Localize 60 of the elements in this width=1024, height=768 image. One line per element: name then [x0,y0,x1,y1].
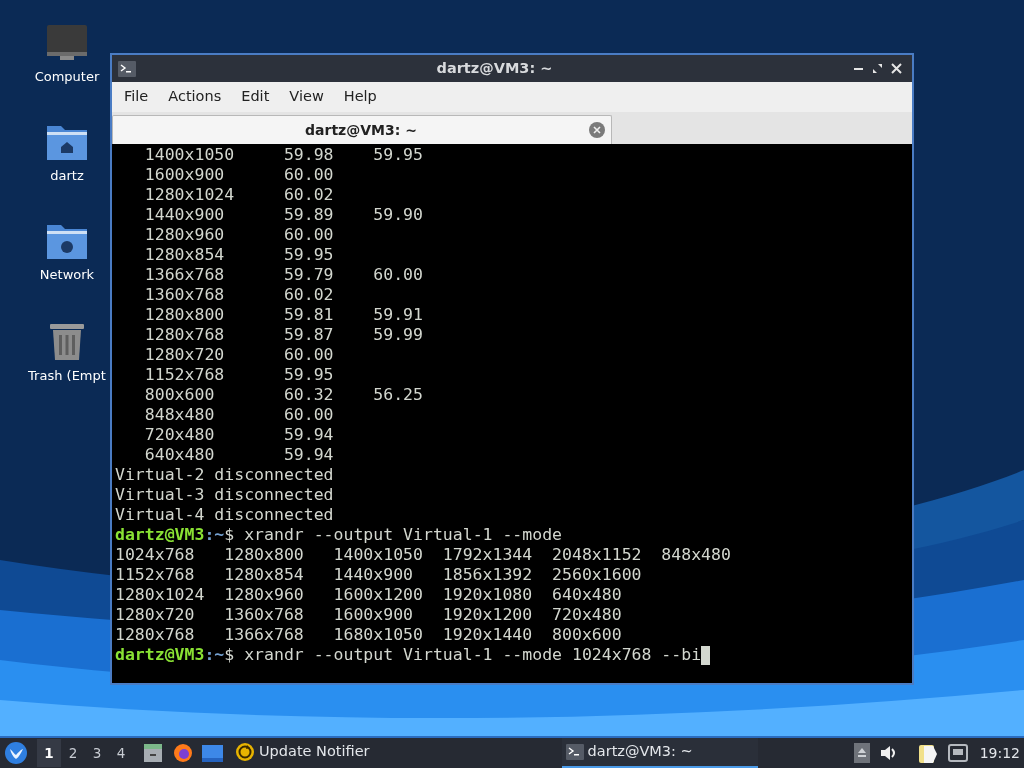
desktop-icon-label[interactable]: Trash (Empt [28,367,106,385]
network-icon[interactable] [947,744,968,762]
terminal-line: 1152x768 1280x854 1440x900 1856x1392 2560x1600 [115,565,643,585]
terminal-line: 1280x768 59.87 59.99 [143,325,424,345]
terminal-line: 640x480 59.94 [143,445,335,465]
terminal-line: 1280x720 60.00 [143,345,335,365]
terminal-line: 1600x900 60.00 [143,165,335,185]
network-folder-icon [46,222,88,260]
task-button[interactable]: Update Notifier [231,738,372,768]
terminal-line: Virtual-2 disconnected [115,465,335,485]
volume-icon[interactable] [879,745,898,761]
window-title: dartz@VM3: ~ [435,58,554,78]
terminal-line: 1366x768 59.79 60.00 [143,265,424,285]
maximize-icon[interactable] [872,63,883,74]
home-folder-icon [46,123,88,161]
terminal-line: Virtual-4 disconnected [115,505,335,525]
refresh-icon [235,742,255,762]
workspace-button[interactable]: 1 [37,739,61,767]
terminal-line: 1440x900 59.89 59.90 [143,205,424,225]
menu-item[interactable]: View [279,86,334,108]
terminal-line: 1360x768 60.02 [143,285,335,305]
task-button[interactable]: dartz@VM3: ~ [561,738,758,768]
terminal-line: 848x480 60.00 [143,405,335,425]
clock[interactable]: 19:12 [979,742,1020,764]
terminal-line: 800x600 60.32 56.25 [143,385,424,405]
desktop-icon-label[interactable]: dartz [50,167,84,185]
terminal-line: 1024x768 1280x800 1400x1050 1792x1344 2048x1152 848x480 [115,545,732,565]
terminal-line: 1152x768 59.95 [143,365,335,385]
terminal-line: dartz@VM3:~$ xrandr --output Virtual-1 --mode [115,525,563,545]
terminal-line: 720x480 59.94 [143,425,335,445]
terminal-line: Virtual-3 disconnected [115,485,335,505]
terminal-line: 1280x720 1360x768 1600x900 1920x1200 720x480 [115,605,623,625]
browser-icon[interactable] [173,743,193,763]
menu-item[interactable]: Actions [158,86,232,108]
tab-label: dartz@VM3: ~ [304,120,418,140]
clipboard-icon[interactable] [917,742,938,764]
monitor-icon [46,24,88,62]
terminal-line: 1280x1024 1280x960 1600x1200 1920x1080 640x480 [115,585,623,605]
desktop-icon-label[interactable]: Computer [34,68,100,86]
workspace-button[interactable]: 3 [85,739,109,767]
terminal-icon [565,744,584,760]
close-icon[interactable] [891,63,902,74]
desktop-icon-label[interactable]: Network [39,266,95,284]
terminal-icon [118,60,136,77]
menu-item[interactable]: Edit [231,86,280,108]
workspace-button[interactable]: 4 [109,739,133,767]
workspace-button[interactable]: 2 [61,739,85,767]
desktop-icon[interactable] [202,744,223,762]
file-cabinet-icon[interactable] [143,743,163,763]
terminal-line: dartz@VM3:~$ xrandr --output Virtual-1 --mode 1024x768 --bi [115,645,702,665]
terminal-line: 1280x800 59.81 59.91 [143,305,424,325]
eject-icon[interactable] [853,743,870,763]
terminal-line: 1280x768 1366x768 1680x1050 1920x1440 800x600 [115,625,623,645]
terminal-line: 1280x960 60.00 [143,225,335,245]
menu-item[interactable]: Help [333,86,387,108]
menu-item[interactable]: File [114,86,159,108]
terminal-line: 1280x1024 60.02 [143,185,335,205]
terminal-line: 1280x854 59.95 [143,245,335,265]
tab[interactable]: dartz@VM3: ~ [112,115,612,144]
terminal-line: 1400x1050 59.98 59.95 [143,145,424,165]
